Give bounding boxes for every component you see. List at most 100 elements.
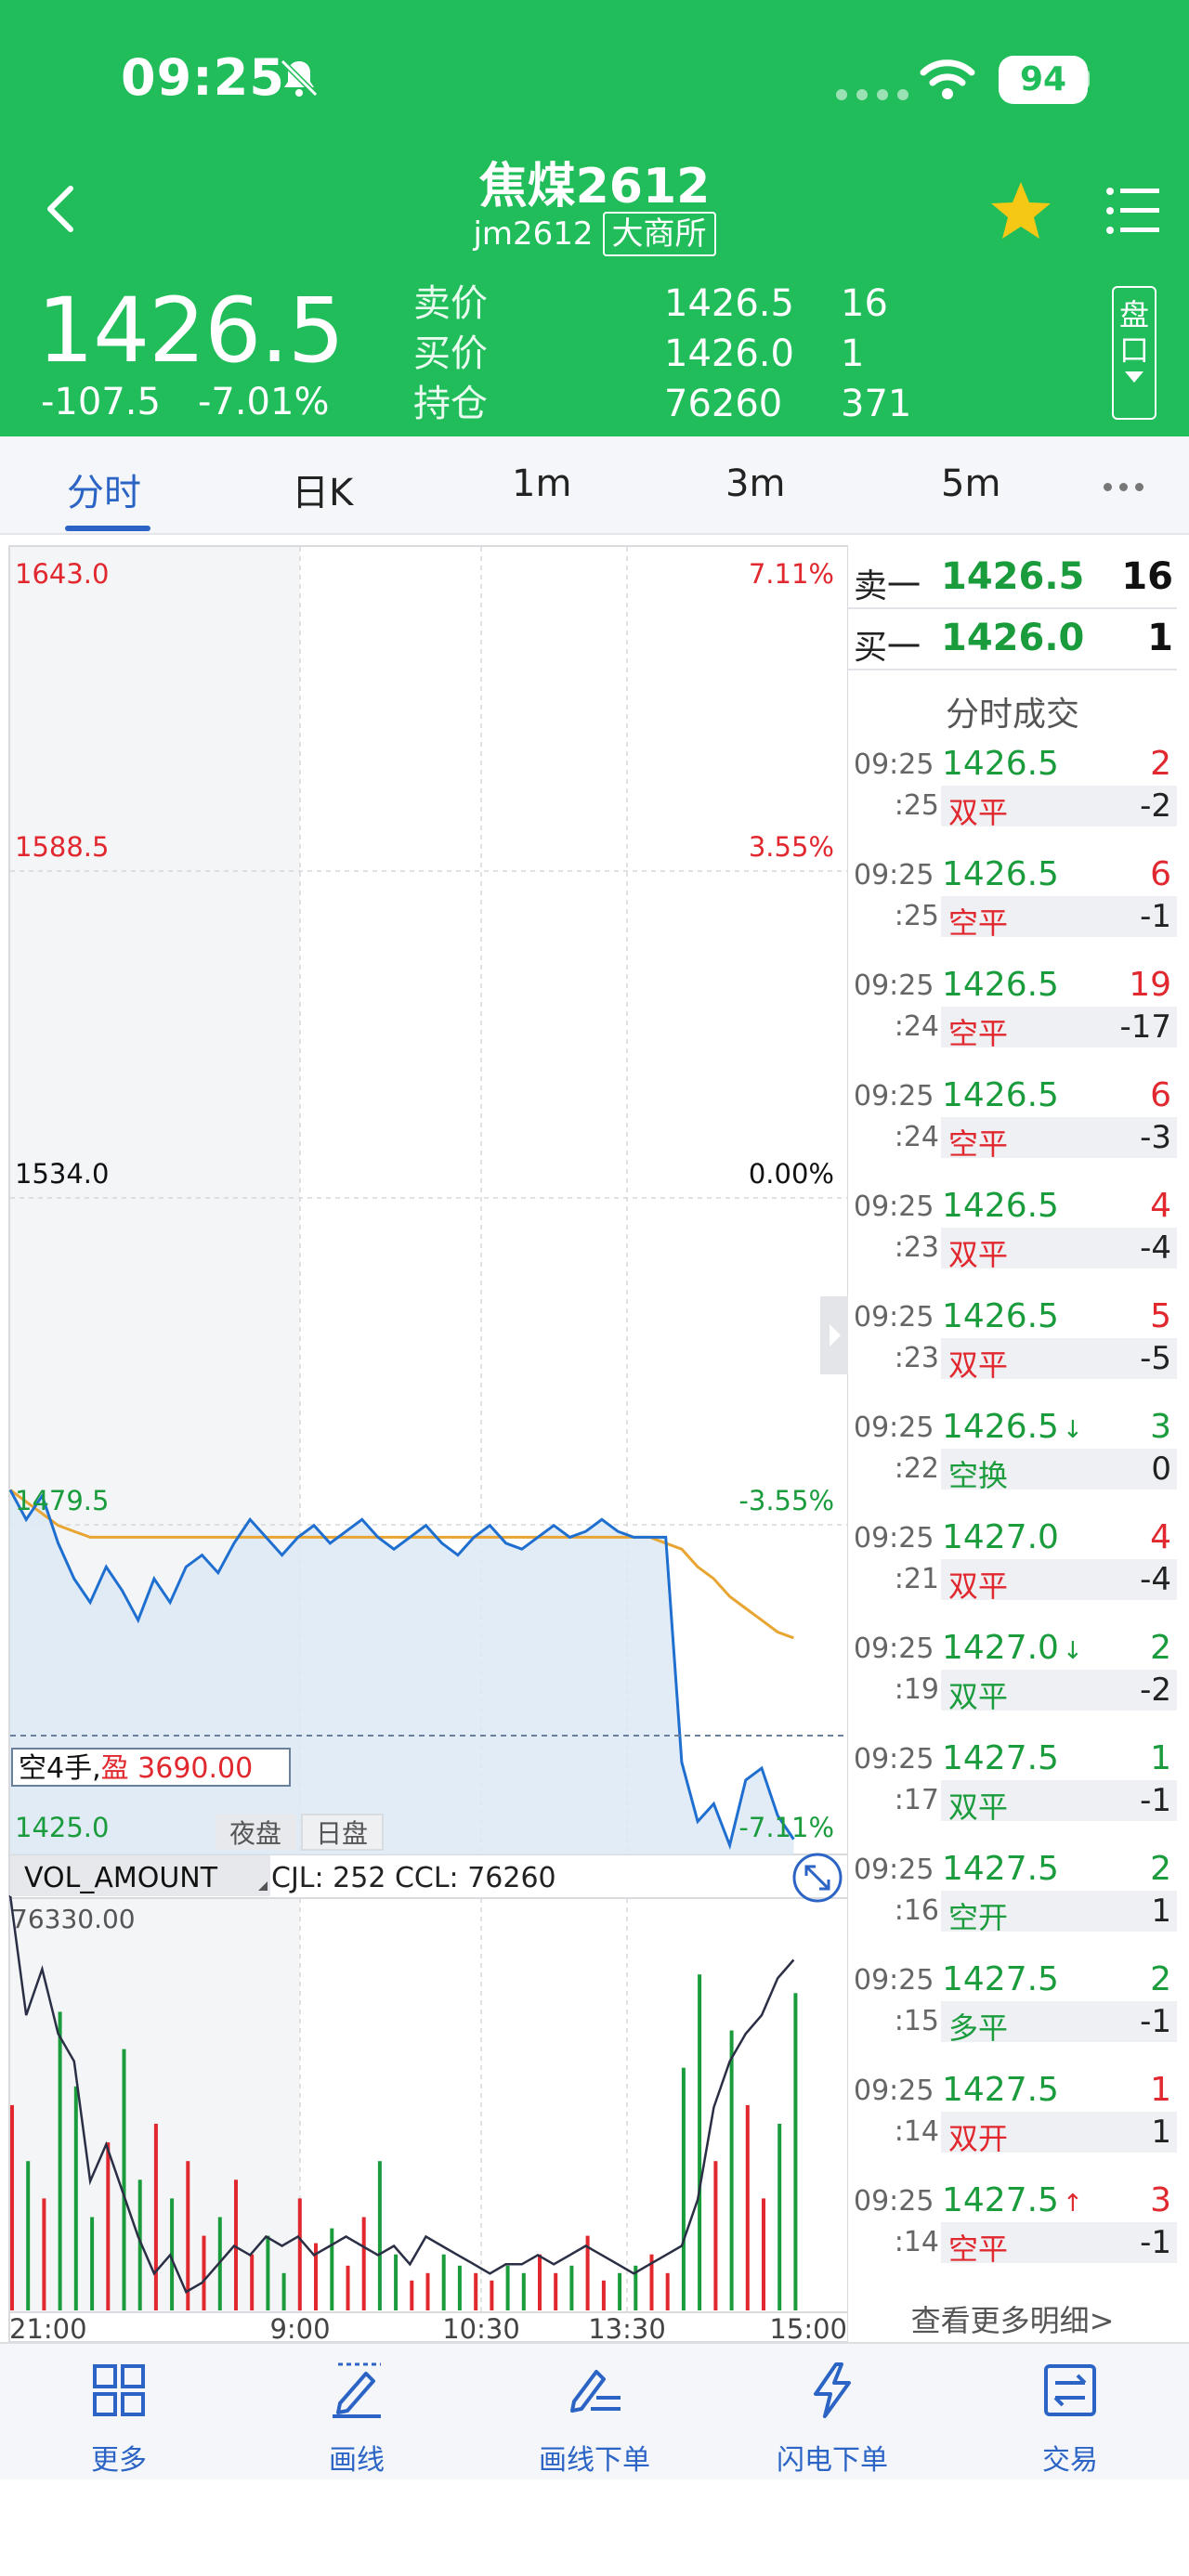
panel-collapse-handle[interactable]: [820, 1296, 848, 1374]
trade-type: 空平: [948, 2231, 1009, 2267]
pct-axis-label-bottom: -7.11%: [738, 1812, 834, 1843]
tab-5m[interactable]: 5m: [941, 462, 1000, 505]
position-tag[interactable]: 空4手,盈 3690.00: [11, 1748, 291, 1787]
pct-axis-label: -3.55%: [738, 1485, 834, 1516]
trade-oi-change: -4: [1140, 1229, 1171, 1267]
battery-tip: [1082, 69, 1090, 89]
time-axis-label: 10:30: [442, 2313, 520, 2342]
volume-bar: [762, 2198, 765, 2310]
order-book-toggle-label: 盘口: [1119, 297, 1150, 368]
volume-bar: [26, 2161, 31, 2310]
tab-1m[interactable]: 1m: [512, 462, 571, 505]
cellular-signal-icon: [836, 89, 908, 100]
trade-time: 09:25: [854, 2075, 934, 2107]
trade-time: 09:25: [854, 1743, 934, 1776]
volume-bar: [122, 2049, 126, 2310]
intraday-chart[interactable]: 1643.0 1588.5 1534.0 1479.5 1425.0 7.11%…: [0, 535, 848, 2342]
trade-price: 1426.5 ↓: [942, 1408, 1083, 1446]
session-tag-night: 夜盘: [216, 1815, 296, 1850]
trade-volume: 2: [1150, 1850, 1171, 1888]
draw-order-icon: [570, 2370, 621, 2413]
nav-trade-button[interactable]: 交易: [951, 2344, 1189, 2481]
more-dots-icon[interactable]: [1104, 483, 1143, 491]
price-axis-label-bottom: 1425.0: [15, 1812, 109, 1843]
volume-bar: [394, 2254, 399, 2310]
trade-type: 多平: [948, 2010, 1009, 2046]
grid-icon: [93, 2364, 145, 2416]
volume-bar: [425, 2272, 430, 2310]
trade-list[interactable]: 09:25:25 1426.5 2 双平 -2 09:25:25 1426.5 6 空平 -1 09…: [848, 743, 1177, 2290]
quote-qty: 371: [841, 383, 912, 425]
trade-type: 空平: [948, 905, 1009, 941]
price-change-pct: -7.01%: [197, 381, 330, 423]
price-axis-label-center: 1534.0: [15, 1158, 109, 1190]
tab-intraday[interactable]: 分时: [67, 462, 141, 516]
nav-more-button[interactable]: 更多: [0, 2344, 238, 2481]
indicator-name: VOL_AMOUNT: [24, 1862, 218, 1894]
volume-bar: [618, 2272, 622, 2310]
trade-time: 09:25: [854, 1964, 934, 1997]
position-tag-pnl: 盈 3690.00: [101, 1752, 254, 1785]
favorite-star-icon[interactable]: [989, 180, 1052, 241]
pct-axis-label-center: 0.00%: [749, 1158, 834, 1190]
trade-type: 空换: [948, 1458, 1009, 1493]
order-book-label: 卖一: [854, 567, 921, 605]
time-axis-label: 13:30: [588, 2313, 666, 2342]
trade-oi-change: -17: [1119, 1008, 1171, 1046]
order-book-ask-row[interactable]: 卖一 1426.5 16: [848, 548, 1177, 609]
quote-row-bid: 买价 1426.0 1: [413, 329, 952, 379]
trade-price: 1426.5: [942, 855, 1059, 893]
quote-qty: 16: [841, 282, 888, 325]
bell-muted-icon: [280, 59, 319, 98]
trades-heading: 分时成交: [945, 696, 1079, 734]
pct-axis-label-top: 7.11%: [749, 558, 834, 590]
last-price: 1426.5: [37, 279, 345, 383]
trade-seconds: :23: [894, 1231, 939, 1264]
trade-price: 1427.5: [942, 2071, 1059, 2109]
trade-oi-change: -4: [1140, 1561, 1171, 1598]
volume-bar: [346, 2265, 350, 2310]
trade-volume: 1: [1150, 2071, 1171, 2109]
trade-volume: 6: [1150, 1076, 1171, 1114]
volume-bar: [90, 2217, 95, 2310]
volume-max-label: 76330.00: [11, 1904, 136, 1934]
battery-indicator: 94: [999, 56, 1088, 104]
volume-bar: [713, 2161, 718, 2310]
order-book-price: 1426.5: [941, 555, 1085, 598]
trade-row: 09:25:24 1426.5 19 空平 -17: [848, 964, 1177, 1074]
tab-daily-k[interactable]: 日K: [292, 462, 353, 516]
indicator-selector[interactable]: VOL_AMOUNT: [10, 1855, 270, 1896]
trade-price: 1427.0: [942, 1518, 1059, 1556]
nav-draw-line-button[interactable]: 画线: [238, 2344, 476, 2481]
trade-seconds: :14: [894, 2226, 939, 2258]
trade-seconds: :21: [894, 1563, 939, 1595]
time-axis-label: 21:00: [9, 2313, 87, 2342]
lightning-icon: [814, 2362, 851, 2418]
more-details-link[interactable]: 查看更多明细>: [848, 2297, 1177, 2340]
volume-info: CJL: 252 CCL: 76260: [271, 1862, 556, 1894]
order-book-toggle-button[interactable]: 盘口: [1112, 286, 1156, 420]
nav-lightning-order-button[interactable]: 闪电下单: [713, 2344, 951, 2481]
tab-3m[interactable]: 3m: [725, 462, 785, 505]
nav-draw-order-button[interactable]: 画线下单: [476, 2344, 713, 2481]
trade-seconds: :15: [894, 2005, 939, 2037]
order-book-bid-row[interactable]: 买一 1426.0 1: [848, 609, 1177, 670]
volume-bar: [297, 2198, 302, 2310]
menu-icon[interactable]: [1105, 186, 1161, 236]
header: 09:25 94 焦煤2612 jm2612 大商所 1426.5 -107.5…: [0, 0, 1189, 436]
trade-seconds: :16: [894, 1894, 939, 1927]
trade-time: 09:25: [854, 859, 934, 891]
svg-text:夜盘: 夜盘: [229, 1818, 281, 1849]
volume-bar: [665, 2272, 670, 2310]
trade-oi-change: -3: [1140, 1119, 1171, 1156]
trade-volume: 2: [1150, 1629, 1171, 1667]
trade-volume: 4: [1150, 1187, 1171, 1225]
price-axis-label-top: 1643.0: [15, 558, 109, 590]
volume-bar: [58, 2011, 62, 2310]
volume-bar: [377, 2161, 382, 2310]
trade-type: 空开: [948, 1900, 1009, 1935]
trade-type: 双平: [948, 1237, 1009, 1272]
position-tag-side: 空4手,: [19, 1752, 101, 1785]
trade-time: 09:25: [854, 2185, 934, 2218]
volume-bar: [410, 2280, 414, 2310]
